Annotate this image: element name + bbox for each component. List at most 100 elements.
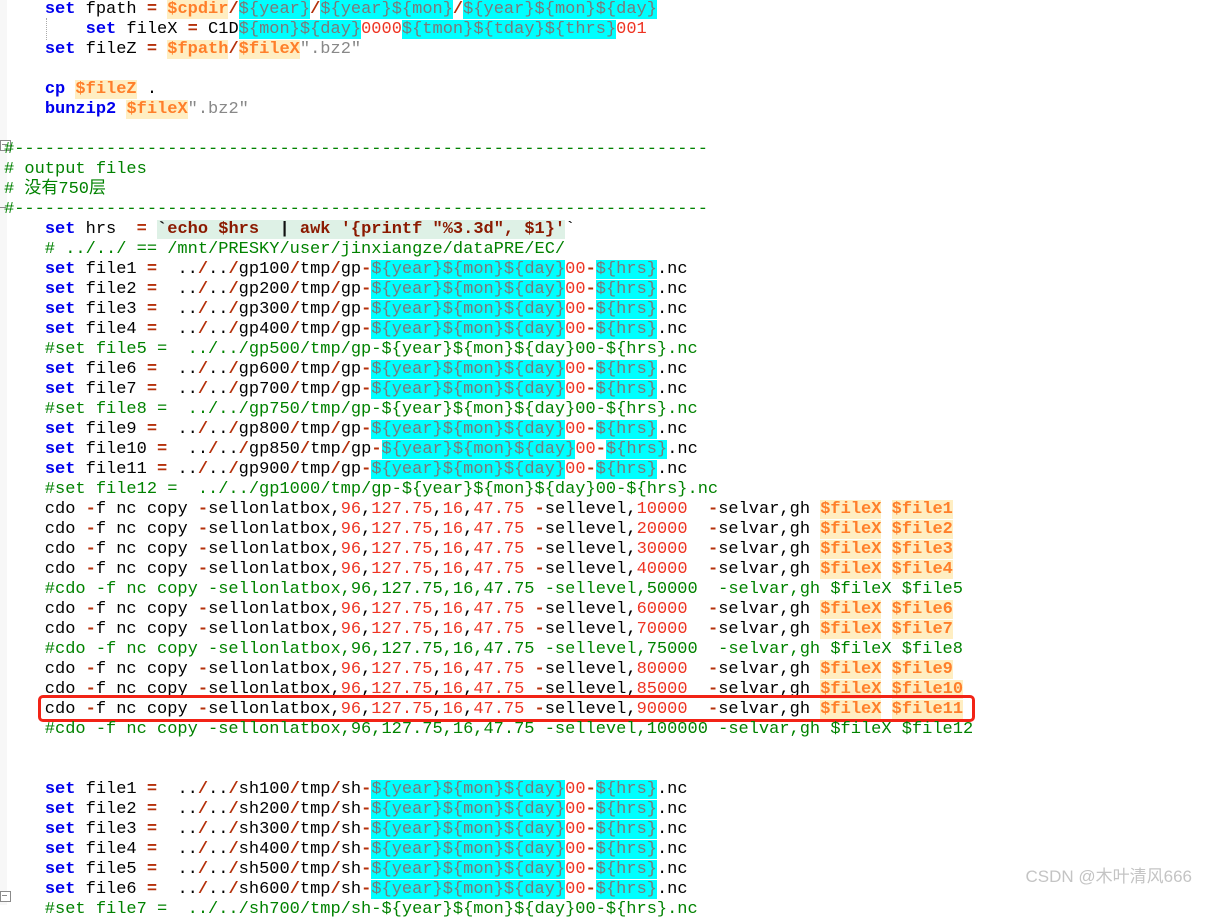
code-token: - [361, 320, 371, 339]
code-line[interactable]: set file10 = ../../gp850/tmp/gp-${year}$… [4, 440, 973, 460]
code-token: .nc [657, 300, 688, 319]
code-line[interactable]: cdo -f nc copy -sellonlatbox,96,127.75,1… [4, 600, 973, 620]
code-line[interactable]: cdo -f nc copy -sellonlatbox,96,127.75,1… [4, 520, 973, 540]
code-token: gp [341, 380, 361, 399]
code-token: .. [157, 820, 198, 839]
code-token: set [45, 260, 76, 279]
code-line[interactable]: #cdo -f nc copy -sellonlatbox,96,127.75,… [4, 640, 973, 660]
code-token: set [45, 840, 76, 859]
code-line[interactable]: #set file5 = ../../gp500/tmp/gp-${year}$… [4, 340, 973, 360]
code-line[interactable] [4, 740, 973, 760]
code-token: - [535, 600, 545, 619]
code-line[interactable]: set hrs = `echo $hrs | awk '{printf "%3.… [4, 220, 973, 240]
code-line[interactable]: set file6 = ../../sh600/tmp/sh-${year}${… [4, 880, 973, 900]
code-line[interactable]: set file5 = ../../sh500/tmp/sh-${year}${… [4, 860, 973, 880]
code-line[interactable]: set file4 = ../../gp400/tmp/gp-${year}${… [4, 320, 973, 340]
code-area[interactable]: set fpath = $cpdir/${year}/${year}${mon}… [4, 0, 973, 920]
code-token: .. [208, 800, 228, 819]
code-token: , [433, 660, 443, 679]
code-token: set [86, 20, 117, 39]
code-token: file6 [75, 880, 146, 899]
code-line[interactable]: cdo -f nc copy -sellonlatbox,96,127.75,1… [4, 680, 973, 700]
code-token: .. [208, 840, 228, 859]
code-token: sh [341, 860, 361, 879]
code-line[interactable]: set file3 = ../../sh300/tmp/sh-${year}${… [4, 820, 973, 840]
code-token: / [228, 460, 238, 479]
code-token: $fileX [820, 700, 881, 719]
code-token: - [586, 280, 596, 299]
code-token: / [300, 440, 310, 459]
code-token: selvar,gh [718, 660, 820, 679]
code-line[interactable]: set file4 = ../../sh400/tmp/sh-${year}${… [4, 840, 973, 860]
code-token: / [310, 0, 320, 19]
code-token: - [586, 300, 596, 319]
code-token: .nc [657, 460, 688, 479]
code-token: = [147, 320, 157, 339]
code-line-annotated[interactable]: cdo -f nc copy -sellonlatbox,96,127.75,1… [4, 700, 973, 720]
code-token [4, 80, 45, 99]
code-line[interactable]: cdo -f nc copy -sellonlatbox,96,127.75,1… [4, 500, 973, 520]
code-line[interactable]: set file6 = ../../gp600/tmp/gp-${year}${… [4, 360, 973, 380]
code-line[interactable]: bunzip2 $fileX".bz2" [4, 100, 973, 120]
code-token: sh400 [239, 840, 290, 859]
code-token: cdo [4, 620, 86, 639]
code-token [147, 220, 157, 239]
code-line[interactable]: #set file7 = ../../sh700/tmp/sh-${year}$… [4, 900, 973, 920]
code-line[interactable] [4, 120, 973, 140]
code-line[interactable]: #cdo -f nc copy -sellonlatbox,96,127.75,… [4, 720, 973, 740]
code-line[interactable]: set file2 = ../../sh200/tmp/sh-${year}${… [4, 800, 973, 820]
code-line[interactable]: cdo -f nc copy -sellonlatbox,96,127.75,1… [4, 660, 973, 680]
code-line[interactable]: # output files [4, 160, 973, 180]
code-token: gp [341, 300, 361, 319]
code-line[interactable]: cdo -f nc copy -sellonlatbox,96,127.75,1… [4, 620, 973, 640]
code-token: / [453, 0, 463, 19]
code-line[interactable]: #---------------------------------------… [4, 140, 973, 160]
code-token: , [463, 600, 473, 619]
code-token: , [433, 520, 443, 539]
code-token: - [535, 520, 545, 539]
code-token: / [198, 300, 208, 319]
code-token: - [361, 460, 371, 479]
code-token: sellevel, [545, 620, 637, 639]
code-token: tmp [300, 300, 331, 319]
code-token: .. [157, 260, 198, 279]
code-token: , [433, 600, 443, 619]
code-token: / [228, 360, 238, 379]
code-line[interactable]: set file2 = ../../gp200/tmp/gp-${year}${… [4, 280, 973, 300]
code-token [524, 600, 534, 619]
code-line[interactable] [4, 760, 973, 780]
code-line[interactable]: set file3 = ../../gp300/tmp/gp-${year}${… [4, 300, 973, 320]
code-token: - [361, 840, 371, 859]
code-token: .. [208, 780, 228, 799]
code-token: 47.75 [473, 500, 524, 519]
code-line[interactable]: #---------------------------------------… [4, 200, 973, 220]
code-line[interactable]: set file7 = ../../gp700/tmp/gp-${year}${… [4, 380, 973, 400]
code-token: - [708, 560, 718, 579]
code-line[interactable]: #cdo -f nc copy -sellonlatbox,96,127.75,… [4, 580, 973, 600]
code-token: / [198, 360, 208, 379]
code-line[interactable]: set fileX = C1D${mon}${day}0000${tmon}${… [4, 20, 973, 40]
code-line[interactable]: set file1 = ../../sh100/tmp/sh-${year}${… [4, 780, 973, 800]
code-line[interactable]: cp $fileZ . [4, 80, 973, 100]
code-line[interactable]: set file11 = ../../gp900/tmp/gp-${year}$… [4, 460, 973, 480]
code-token: / [331, 840, 341, 859]
code-line[interactable]: cdo -f nc copy -sellonlatbox,96,127.75,1… [4, 560, 973, 580]
code-line[interactable] [4, 60, 973, 80]
code-line[interactable]: set fpath = $cpdir/${year}/${year}${mon}… [4, 0, 973, 20]
code-token: set [45, 460, 76, 479]
code-token: ` [157, 220, 167, 239]
code-line[interactable]: #set file12 = ../../gp1000/tmp/gp-${year… [4, 480, 973, 500]
code-line[interactable]: #set file8 = ../../gp750/tmp/gp-${year}$… [4, 400, 973, 420]
code-token: 47.75 [473, 540, 524, 559]
code-line[interactable]: set fileZ = $fpath/$fileX".bz2" [4, 40, 973, 60]
code-line[interactable]: set file1 = ../../gp100/tmp/gp-${year}${… [4, 260, 973, 280]
code-line[interactable]: # ../../ == /mnt/PRESKY/user/jinxiangze/… [4, 240, 973, 260]
code-token: cdo [4, 560, 86, 579]
code-line[interactable]: cdo -f nc copy -sellonlatbox,96,127.75,1… [4, 540, 973, 560]
code-line[interactable]: set file9 = ../../gp800/tmp/gp-${year}${… [4, 420, 973, 440]
code-token: ${hrs} [596, 260, 657, 279]
code-token: sellonlatbox, [208, 520, 341, 539]
code-token: / [331, 860, 341, 879]
code-token: set [45, 440, 76, 459]
code-line[interactable]: # 没有750层 [4, 180, 973, 200]
